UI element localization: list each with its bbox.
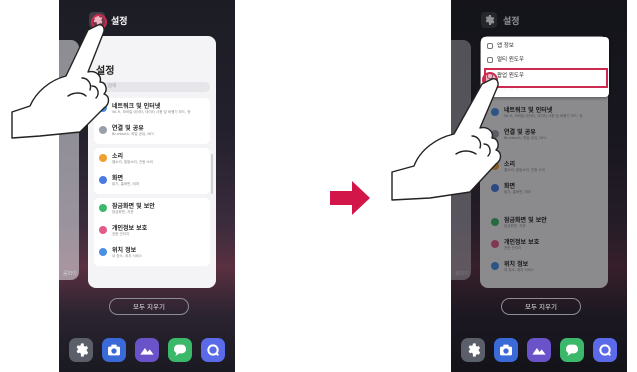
- app-dock: [459, 338, 619, 364]
- item-subtitle: Bluetooth, 파일 공유, NFC: [112, 132, 155, 136]
- item-subtitle: 벨소리, 알림소리, 진동 소리: [112, 160, 153, 164]
- item-title: 네트워크 및 인터넷: [112, 103, 161, 110]
- app-title: 설정: [111, 17, 128, 27]
- item-title: 개인정보 보호: [112, 225, 148, 232]
- item-subtitle: 잠금화면, 지문: [112, 210, 134, 214]
- settings-list-item[interactable]: 개인정보 보호 권한 관리자: [94, 220, 210, 242]
- menu-item-multi-window[interactable]: 멀티 윈도우: [481, 54, 609, 67]
- settings-group: 네트워크 및 인터넷 Wi-Fi, 모바일 데이터, 데이터 사용 및 비행기 모…: [94, 98, 210, 144]
- item-subtitle: 내 장소, 위치 서비스: [112, 254, 143, 258]
- settings-list-item[interactable]: 위치 정보 내 장소, 위치 서비스: [94, 242, 210, 264]
- clear-all-button[interactable]: 모두 지우기: [501, 298, 581, 315]
- highlight-box: [484, 68, 608, 88]
- scrollbar[interactable]: [211, 154, 213, 194]
- recent-apps-screen-before: 음파이 설정 설정 설정 검색 네트워크 및 인터넷 Wi-Fi, 모바일 데이터…: [59, 0, 235, 372]
- settings-app-card[interactable]: 설정 설정 검색 네트워크 및 인터넷 Wi-Fi, 모바일 데이터, 데이터 사…: [88, 36, 216, 288]
- app-context-menu: 앱 정보 멀티 윈도우 팝업 윈도우 삭제 방지: [481, 37, 609, 97]
- settings-icon[interactable]: [69, 338, 93, 362]
- settings-group: 소리 벨소리, 알림소리, 진동 소리 화면 밝기, 홈화면, 테마: [94, 148, 210, 194]
- clear-all-button[interactable]: 모두 지우기: [109, 298, 189, 315]
- arrow-right-icon: [330, 181, 370, 215]
- settings-list-item[interactable]: 소리 벨소리, 알림소리, 진동 소리: [94, 148, 210, 170]
- camera-icon[interactable]: [494, 338, 518, 362]
- page-title: 설정: [96, 66, 115, 77]
- item-title: 소리: [112, 153, 124, 160]
- multi-window-icon: [487, 57, 493, 63]
- background-app-label: 음파이: [63, 271, 77, 277]
- settings-list-item[interactable]: 연결 및 공유 Bluetooth, 파일 공유, NFC: [94, 120, 210, 142]
- gallery-icon[interactable]: [527, 338, 551, 362]
- app-dock: [67, 338, 227, 364]
- settings-list-item[interactable]: 잠금화면 및 보안 잠금화면, 지문: [94, 198, 210, 220]
- gallery-icon[interactable]: [135, 338, 159, 362]
- app-header: 설정: [59, 0, 235, 38]
- item-title: 화면: [112, 175, 124, 182]
- settings-category-icon: [99, 176, 107, 184]
- menu-item-app-info[interactable]: 앱 정보: [481, 40, 609, 53]
- messages-icon[interactable]: [168, 338, 192, 362]
- tap-indicator: [482, 72, 498, 88]
- camera-icon[interactable]: [102, 338, 126, 362]
- settings-list-item[interactable]: 네트워크 및 인터넷 Wi-Fi, 모바일 데이터, 데이터 사용 및 비행기 모…: [94, 98, 210, 120]
- settings-category-icon: [99, 126, 107, 134]
- recent-apps-screen-after: 음파이 설정 네트워크 및 인터넷 Wi-Fi, 모바일 데이터, 데이터 사용 …: [451, 0, 627, 372]
- search-input[interactable]: 설정 검색: [94, 82, 210, 92]
- item-subtitle: Wi-Fi, 모바일 데이터, 데이터 사용 및 비행기 모드, 핫: [112, 110, 191, 114]
- settings-category-icon: [99, 248, 107, 256]
- browser-icon[interactable]: [201, 338, 225, 362]
- menu-item-label: 멀티 윈도우: [497, 57, 525, 63]
- item-title: 위치 정보: [112, 247, 137, 254]
- settings-category-icon: [99, 204, 107, 212]
- settings-group: 잠금화면 및 보안 잠금화면, 지문 개인정보 보호 권한 관리자 위치 정보 내 장소,…: [94, 198, 210, 266]
- settings-category-icon: [99, 154, 107, 162]
- settings-category-icon: [99, 226, 107, 234]
- item-title: 잠금화면 및 보안: [112, 203, 155, 210]
- background-app-card[interactable]: [59, 40, 79, 280]
- settings-category-icon: [99, 104, 107, 112]
- tap-indicator: [91, 14, 107, 30]
- info-icon: [487, 43, 493, 49]
- messages-icon[interactable]: [560, 338, 584, 362]
- browser-icon[interactable]: [593, 338, 617, 362]
- menu-item-label: 앱 정보: [497, 43, 514, 49]
- item-title: 연결 및 공유: [112, 125, 144, 132]
- settings-icon[interactable]: [461, 338, 485, 362]
- item-subtitle: 밝기, 홈화면, 테마: [112, 182, 139, 186]
- item-subtitle: 권한 관리자: [112, 232, 130, 236]
- settings-list-item[interactable]: 화면 밝기, 홈화면, 테마: [94, 170, 210, 192]
